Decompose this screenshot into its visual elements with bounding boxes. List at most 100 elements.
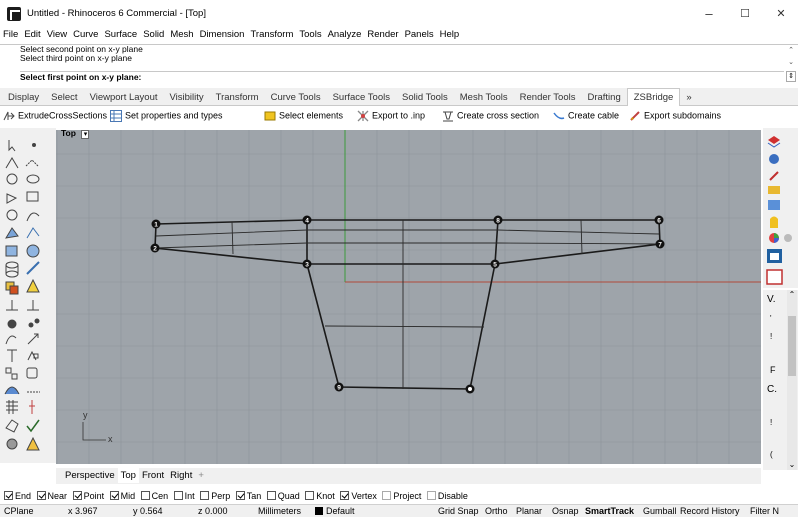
trim-icon[interactable]	[6, 300, 18, 311]
export-inp-button[interactable]: Export to .inp	[357, 110, 425, 122]
tab-visibility[interactable]: Visibility	[164, 89, 210, 106]
view-tab-front[interactable]: Front	[139, 468, 167, 483]
set-properties-button[interactable]: Set properties and types	[110, 110, 223, 122]
polyline-icon[interactable]	[5, 157, 19, 169]
osnap-end[interactable]: End	[4, 489, 31, 503]
tab-surface-tools[interactable]: Surface Tools	[327, 89, 396, 106]
group-icon[interactable]	[5, 367, 18, 380]
render-icon[interactable]	[5, 419, 19, 433]
cplane-label[interactable]: CPlane	[4, 506, 34, 516]
create-cable-button[interactable]: Create cable	[553, 110, 619, 122]
tabs-overflow-button[interactable]: »	[680, 89, 697, 106]
menu-render[interactable]: Render	[364, 28, 401, 42]
folder-icon[interactable]	[768, 186, 780, 194]
command-spin-icon[interactable]: ⇕	[786, 71, 796, 82]
osnap-point[interactable]: Point	[72, 489, 104, 503]
point-5[interactable]: 5	[490, 259, 500, 269]
layer-indicator[interactable]: Default	[315, 506, 355, 516]
point-7[interactable]: 7	[655, 239, 665, 249]
tab-mesh-tools[interactable]: Mesh Tools	[454, 89, 514, 106]
menu-view[interactable]: View	[44, 28, 70, 42]
box-icon[interactable]	[5, 245, 18, 257]
polygon-icon[interactable]	[6, 193, 18, 204]
menu-panels[interactable]: Panels	[402, 28, 437, 42]
osnap-end-checkbox[interactable]	[4, 491, 13, 500]
menu-mesh[interactable]: Mesh	[167, 28, 196, 42]
menu-transform[interactable]: Transform	[247, 28, 296, 42]
tab-drafting[interactable]: Drafting	[581, 89, 626, 106]
select-elements-button[interactable]: Select elements	[264, 110, 343, 122]
tab-viewport-layout[interactable]: Viewport Layout	[84, 89, 164, 106]
menu-help[interactable]: Help	[437, 28, 463, 42]
osnap-quad[interactable]: Quad	[266, 489, 300, 503]
properties-icon[interactable]	[769, 154, 779, 164]
top-viewport[interactable]: 1 2 3 4 5 6 7 8 9 y x	[56, 130, 761, 464]
point-3[interactable]: 3	[302, 259, 312, 269]
osnap-mid[interactable]: Mid	[109, 489, 135, 503]
viewport-title[interactable]: Top ▾	[57, 128, 107, 140]
menu-surface[interactable]: Surface	[101, 28, 140, 42]
osnap-knot[interactable]: Knot	[305, 489, 335, 503]
close-button[interactable]: ✕	[766, 4, 796, 24]
scale-icon[interactable]	[27, 333, 39, 345]
dimension-icon[interactable]	[4, 386, 20, 395]
menu-edit[interactable]: Edit	[21, 28, 43, 42]
rotate-icon[interactable]	[5, 335, 17, 345]
osnap-int[interactable]: Int	[173, 489, 195, 503]
viewport-canvas[interactable]: 1 2 3 4 5 6 7 8 9 y x	[56, 130, 761, 464]
explode-icon[interactable]	[26, 278, 40, 293]
numbered-points[interactable]: 1 2 3 4 5 6 7 8 9	[150, 215, 665, 394]
osnap-int-checkbox[interactable]	[173, 491, 183, 500]
tab-curve-tools[interactable]: Curve Tools	[265, 89, 327, 106]
check-icon[interactable]	[26, 419, 40, 433]
notification-icon[interactable]	[770, 216, 778, 229]
analyze-icon[interactable]	[29, 400, 35, 414]
cylinder-icon[interactable]	[5, 261, 19, 278]
view-tab-right[interactable]: Right	[167, 468, 195, 483]
osnap-mid-checkbox[interactable]	[109, 491, 119, 500]
osnap-project-checkbox[interactable]	[382, 491, 392, 500]
command-history-scroll[interactable]: ⌃ ⌄	[786, 45, 796, 71]
tab-zsbridge[interactable]: ZSBridge	[626, 88, 681, 106]
block-icon[interactable]	[26, 367, 38, 379]
pipe-icon[interactable]	[26, 261, 40, 275]
osnap-tan-checkbox[interactable]	[235, 491, 245, 500]
osnap-knot-checkbox[interactable]	[305, 491, 315, 500]
osnap-near-checkbox[interactable]	[36, 491, 46, 500]
rectangle-icon[interactable]	[26, 191, 39, 202]
point-1[interactable]: 1	[151, 219, 161, 229]
offset-curve-icon[interactable]	[26, 212, 40, 222]
drafting-icon[interactable]	[6, 438, 18, 450]
boolean-union-icon[interactable]	[5, 281, 19, 295]
view-tab-top[interactable]: Top	[117, 468, 139, 483]
menu-analyze[interactable]: Analyze	[325, 28, 365, 42]
scrollbar-thumb[interactable]	[788, 316, 796, 376]
point-9[interactable]: 9	[334, 382, 344, 392]
sphere-icon[interactable]	[26, 244, 40, 258]
menu-file[interactable]: File	[0, 28, 21, 42]
osnap-disable[interactable]: Disable	[426, 489, 468, 503]
ortho-toggle[interactable]: Ortho	[485, 506, 508, 516]
add-view-tab-button[interactable]: +	[195, 468, 207, 483]
point-10[interactable]	[465, 384, 475, 394]
scroll-down-icon[interactable]: ⌄	[786, 57, 796, 69]
menu-dimension[interactable]: Dimension	[197, 28, 248, 42]
osnap-cen-checkbox[interactable]	[140, 491, 150, 500]
grid-snap-toggle[interactable]: Grid Snap	[438, 506, 479, 516]
view-tab-perspective[interactable]: Perspective	[62, 468, 118, 483]
mesh-icon[interactable]	[6, 400, 18, 414]
select-arrow-icon[interactable]	[8, 140, 16, 152]
tab-display[interactable]: Display	[2, 89, 45, 106]
planar-toggle[interactable]: Planar	[516, 506, 542, 516]
osnap-perp-checkbox[interactable]	[200, 491, 210, 500]
panel-scrollbar[interactable]: ⌃ ⌄	[787, 290, 797, 470]
move-icon[interactable]	[7, 319, 17, 329]
record-history-toggle[interactable]: Record History	[680, 506, 740, 516]
extrude-cross-sections-button[interactable]: ExtrudeCrossSections	[3, 110, 107, 122]
point-icon[interactable]	[32, 143, 36, 147]
tab-transform[interactable]: Transform	[210, 89, 265, 106]
display-icon[interactable]	[768, 200, 780, 210]
command-prompt[interactable]: Select first point on x-y plane:	[20, 72, 798, 83]
paint-icon[interactable]	[26, 436, 40, 451]
camera-icon[interactable]	[767, 249, 782, 263]
